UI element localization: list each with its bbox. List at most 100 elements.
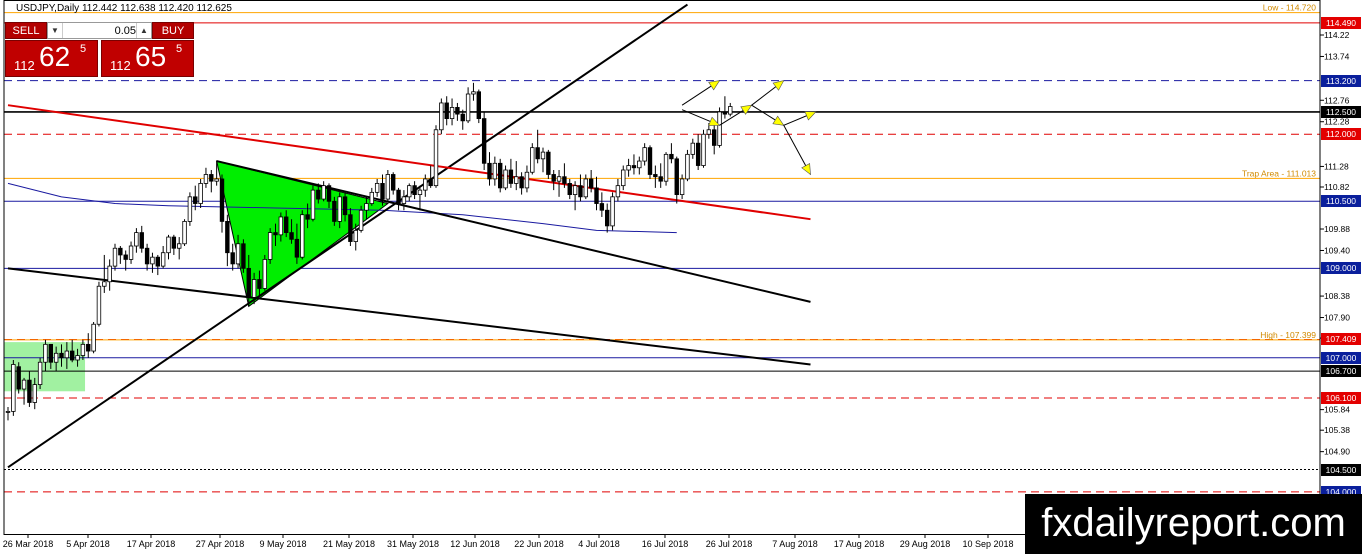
candle-body [717,111,722,146]
y-axis-tick-label: 112.76 [1324,95,1350,105]
candle-body [401,196,407,204]
candle-body [353,229,358,242]
candle-body [283,216,289,233]
chevron-up-icon[interactable]: ▲ [136,23,151,38]
buy-price-fraction: 5 [176,43,183,55]
candle-body [53,352,59,363]
y-axis-tick-label: 109.40 [1324,245,1350,255]
candle-body [246,267,251,298]
candle-body [637,160,642,169]
candle-body [588,178,594,189]
candle [150,252,155,273]
y-axis-tick-label: 108.38 [1324,291,1350,301]
candle-body [305,214,310,220]
candle-body [32,384,37,403]
candle-body [605,209,610,227]
candle [96,281,102,327]
buy-price-button[interactable]: 112 65 5 [101,40,194,77]
price-level-tag: 106.100 [1321,392,1361,404]
candle [444,96,449,126]
candle [514,161,519,191]
candle-body [364,203,369,211]
x-axis-tick-label: 7 Aug 2018 [772,539,818,549]
price-level-tag: 112.500 [1321,105,1361,118]
candle-body [679,178,685,195]
candle-body [594,187,599,204]
candle-body [11,364,16,412]
x-axis-tick-label: 12 Jun 2018 [450,539,500,549]
candle-body [348,214,353,242]
candle-body [460,113,465,122]
candle [241,239,246,273]
candle [412,181,417,200]
candle-body [449,107,455,119]
candle-body [203,174,209,184]
price-level-tag: 107.000 [1321,351,1361,364]
price-level-tag: 113.200 [1321,74,1361,87]
candle-body [551,174,556,182]
candle [647,145,653,179]
candle-body [342,196,348,216]
level-line-label: High - 107.399 [1260,330,1316,340]
candle-body [187,196,193,222]
candle [605,203,610,233]
candle-body [219,178,225,222]
symbol-label: USDJPY,Daily 112.442 112.638 112.420 112… [16,3,232,14]
candle [722,96,728,119]
candle-body [107,265,112,283]
candle [540,147,546,173]
sell-button[interactable]: SELL [5,22,47,39]
candle-body [300,214,305,258]
candle-body [358,209,364,231]
x-axis-tick-label: 16 Jul 2018 [642,539,689,549]
candle-body [112,247,118,267]
candle [385,170,391,202]
buy-button[interactable]: BUY [152,22,194,39]
candle [332,196,337,226]
candle [155,254,160,276]
candle-body [267,232,273,260]
candle-body [198,183,203,204]
candle-body [316,189,321,200]
sell-price-button[interactable]: 112 62 5 [5,40,98,77]
candle [663,152,669,186]
candle-body [59,352,64,359]
candle-body [374,183,380,193]
candle [102,254,107,293]
price-chart[interactable]: Low - 114.720 Trap Area - 111.013 High - 1… [0,0,1362,554]
candle [310,185,316,222]
candle-body [64,350,70,359]
candle [5,406,11,421]
candle [658,163,663,188]
candle-body [48,343,53,363]
candle [530,143,535,175]
lot-size-stepper[interactable]: ▼ ▲ [47,22,152,39]
chevron-down-icon[interactable]: ▼ [48,23,63,38]
y-axis-tick-label: 109.88 [1324,224,1350,234]
candle-body [21,379,27,390]
projection-arrow-head [772,80,785,91]
candle-body [562,176,567,184]
candle [439,98,444,135]
x-axis-tick-label: 10 Sep 2018 [962,539,1013,549]
trendline [7,104,811,221]
candle [492,156,498,186]
projection-arrow [751,104,785,126]
candle-body [706,129,712,135]
candle-body [128,245,134,260]
candle [267,228,273,264]
candle [487,152,492,186]
price-level-tag: 104.500 [1321,463,1361,476]
candle [465,87,471,124]
candle-body [540,151,546,160]
candle-body [444,102,449,119]
candle-body [658,176,663,182]
x-axis-tick-label: 26 Mar 2018 [3,539,54,549]
candle-body [262,259,267,289]
candle [701,129,706,168]
lot-size-input[interactable] [64,24,136,37]
candle-body [321,185,326,200]
candle [642,143,647,166]
candle-body [647,147,653,175]
candle-body [160,252,166,267]
